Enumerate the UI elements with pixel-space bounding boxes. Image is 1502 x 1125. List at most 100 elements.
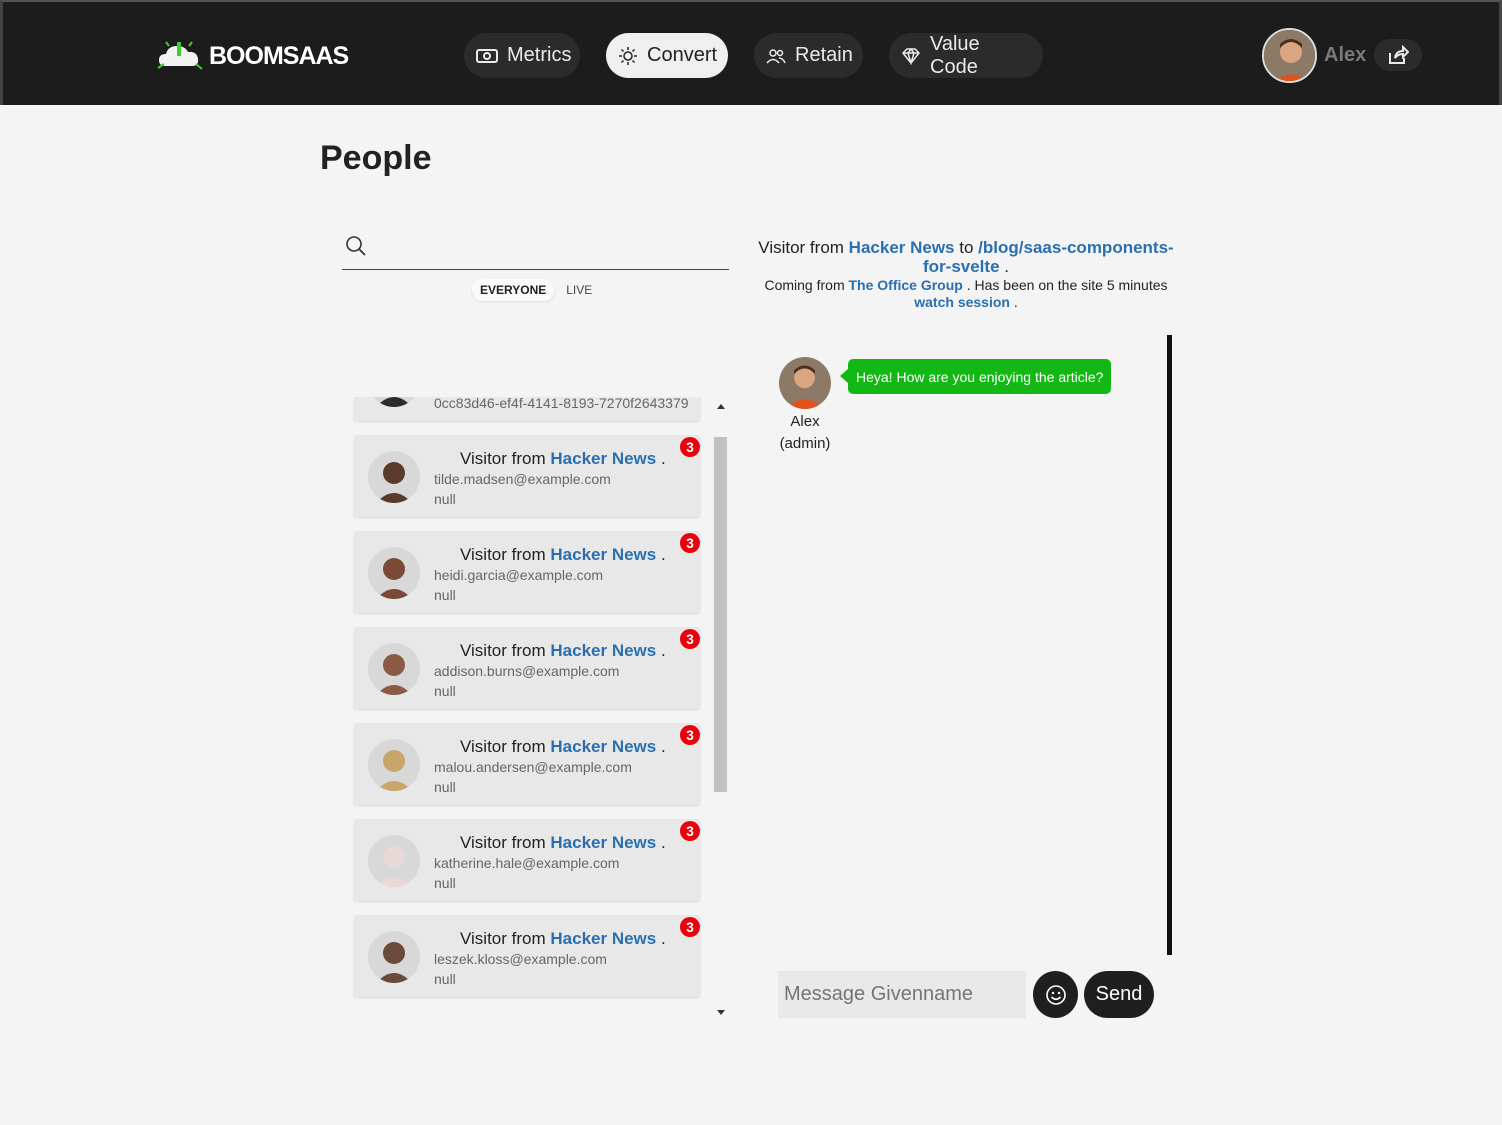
person-extra: null xyxy=(434,779,456,795)
person-card[interactable]: Visitor from Hacker News . heidi.garcia@e… xyxy=(354,531,700,613)
company-link[interactable]: The Office Group xyxy=(849,277,963,293)
users-icon xyxy=(766,47,786,65)
message-author-name: Alex xyxy=(790,413,820,430)
unread-badge: 3 xyxy=(680,533,700,553)
person-avatar xyxy=(368,835,420,887)
person-title-suffix: . xyxy=(660,929,666,948)
user-menu[interactable]: Alex xyxy=(1262,28,1426,83)
person-card[interactable]: Visitor from Hacker News . leszek.kloss@e… xyxy=(354,915,700,997)
scroll-thumb[interactable] xyxy=(714,437,727,792)
nav-convert[interactable]: Convert xyxy=(606,33,728,78)
visitor-prefix: Visitor from xyxy=(758,238,844,257)
person-avatar xyxy=(368,931,420,983)
money-icon xyxy=(476,48,498,64)
person-title-prefix: Visitor from xyxy=(460,545,546,564)
brand-logo[interactable]: BOOMSAAS xyxy=(155,38,349,74)
message-avatar xyxy=(779,357,831,409)
nav-value-code[interactable]: Value Code xyxy=(889,33,1043,78)
user-name: Alex xyxy=(1324,44,1367,66)
person-card[interactable]: Visitor from Hacker News . katherine.hale… xyxy=(354,819,700,901)
people-list-inner: Visitor from Hacker News .user@example.c… xyxy=(352,397,702,1011)
person-avatar-face xyxy=(383,846,405,868)
person-extra: null xyxy=(434,587,456,603)
person-title-prefix: Visitor from xyxy=(460,737,546,756)
message-author-role: (admin) xyxy=(779,435,831,452)
list-scrollbar[interactable] xyxy=(712,397,728,1021)
chat-area: Alex (admin) Heya! How are you enjoying … xyxy=(760,335,1172,955)
person-title-suffix: . xyxy=(660,737,666,756)
person-avatar xyxy=(368,739,420,791)
people-list[interactable]: Visitor from Hacker News .user@example.c… xyxy=(352,397,728,1021)
person-title: Visitor from Hacker News . xyxy=(460,929,666,949)
person-email: malou.andersen@example.com xyxy=(434,759,632,775)
emoji-button[interactable] xyxy=(1033,971,1078,1018)
person-source-link[interactable]: Hacker News xyxy=(550,641,656,660)
send-button[interactable]: Send xyxy=(1084,971,1154,1018)
person-email: katherine.hale@example.com xyxy=(434,855,620,871)
person-card[interactable]: Visitor from Hacker News . tilde.madsen@e… xyxy=(354,435,700,517)
person-extra: 0cc83d46-ef4f-4141-8193-7270f2643379 xyxy=(434,397,689,411)
person-source-link[interactable]: Hacker News xyxy=(550,545,656,564)
person-title: Visitor from Hacker News . xyxy=(460,641,666,661)
share-button[interactable] xyxy=(1374,39,1422,71)
nav-retain[interactable]: Retain xyxy=(754,33,863,78)
visitor-to: to xyxy=(959,238,974,257)
search-input[interactable] xyxy=(378,230,718,264)
person-source-link[interactable]: Hacker News xyxy=(550,449,656,468)
person-avatar-face xyxy=(383,942,405,964)
user-avatar[interactable] xyxy=(1262,28,1317,83)
unread-badge: 3 xyxy=(680,821,700,841)
sun-icon xyxy=(618,46,638,66)
scroll-down-arrow[interactable] xyxy=(717,1010,725,1015)
watch-session-link[interactable]: watch session xyxy=(914,294,1010,310)
person-title-suffix: . xyxy=(660,449,666,468)
share-icon xyxy=(1389,45,1409,64)
person-title-suffix: . xyxy=(660,545,666,564)
page-title: People xyxy=(320,139,432,177)
unread-badge: 3 xyxy=(680,917,700,937)
nav-metrics-label: Metrics xyxy=(507,44,572,66)
person-avatar xyxy=(368,643,420,695)
visitor-summary: Visitor from Hacker News to /blog/saas-c… xyxy=(756,238,1176,276)
person-card[interactable]: Visitor from Hacker News . malou.andersen… xyxy=(354,723,700,805)
brand-name: BOOMSAAS xyxy=(209,41,349,70)
person-source-link[interactable]: Hacker News xyxy=(550,929,656,948)
visitor-source-link[interactable]: Hacker News xyxy=(849,238,955,257)
person-title-suffix: . xyxy=(660,641,666,660)
person-card[interactable]: Visitor from Hacker News .user@example.c… xyxy=(354,397,700,421)
person-extra: null xyxy=(434,683,456,699)
person-source-link[interactable]: Hacker News xyxy=(550,833,656,852)
person-title-prefix: Visitor from xyxy=(460,641,546,660)
duration-text: . Has been on the site 5 minutes xyxy=(966,277,1168,293)
person-avatar-face xyxy=(383,462,405,484)
unread-badge: 3 xyxy=(680,725,700,745)
person-title-suffix: . xyxy=(660,833,666,852)
scroll-up-arrow[interactable] xyxy=(717,404,725,409)
person-email: leszek.kloss@example.com xyxy=(434,951,607,967)
person-avatar xyxy=(368,397,420,407)
nav-value-code-label: Value Code xyxy=(930,32,980,78)
person-title: Visitor from Hacker News . xyxy=(460,737,666,757)
person-title-prefix: Visitor from xyxy=(460,929,546,948)
person-avatar-face xyxy=(383,558,405,580)
person-avatar-face xyxy=(383,750,405,772)
person-source-link[interactable]: Hacker News xyxy=(550,737,656,756)
filter-live[interactable]: LIVE xyxy=(558,279,600,301)
nav-metrics[interactable]: Metrics xyxy=(464,33,580,78)
person-card[interactable]: Visitor from Hacker News . addison.burns@… xyxy=(354,627,700,709)
message-author: Alex (admin) xyxy=(760,411,850,455)
people-search xyxy=(342,226,729,270)
person-extra: null xyxy=(434,491,456,507)
diamond-icon xyxy=(901,47,921,65)
person-email: tilde.madsen@example.com xyxy=(434,471,611,487)
person-title-prefix: Visitor from xyxy=(460,833,546,852)
message-input[interactable] xyxy=(778,971,1026,1018)
person-title: Visitor from Hacker News . xyxy=(460,833,666,853)
nav-retain-label: Retain xyxy=(795,44,853,66)
person-extra: null xyxy=(434,971,456,987)
visitor-details: Coming from The Office Group . Has been … xyxy=(756,277,1176,311)
person-email: heidi.garcia@example.com xyxy=(434,567,604,583)
person-avatar xyxy=(368,547,420,599)
search-icon xyxy=(344,234,368,263)
filter-everyone[interactable]: EVERYONE xyxy=(472,279,555,301)
